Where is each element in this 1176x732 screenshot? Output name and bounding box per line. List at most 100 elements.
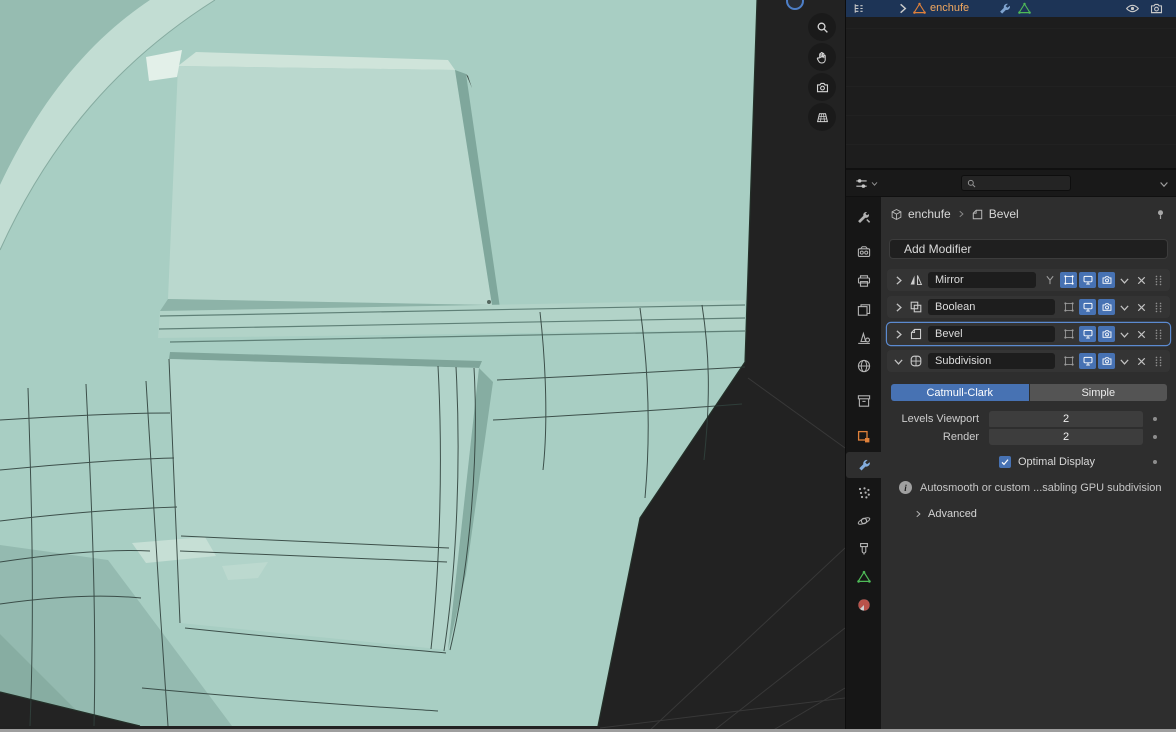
hide-in-viewport-eye-icon[interactable] (1125, 1, 1140, 16)
render-toggle[interactable] (1098, 272, 1115, 288)
right-panel: enchufe enchufe Bevel Add Modifier Mirro… (845, 0, 1176, 732)
advanced-section-header[interactable]: Advanced (891, 508, 1167, 520)
levels-viewport-field[interactable]: 2 (989, 410, 1143, 427)
breadcrumb-modifier[interactable]: Bevel (989, 207, 1019, 221)
close-icon[interactable] (1134, 353, 1149, 369)
edit-mode-toggle[interactable] (1060, 326, 1077, 342)
tab-tool[interactable] (846, 204, 881, 230)
breadcrumb-separator-icon (956, 209, 966, 219)
properties-header (846, 170, 1176, 197)
render-toggle[interactable] (1098, 326, 1115, 342)
animate-dot[interactable] (1143, 460, 1167, 464)
on-cage-toggle[interactable] (1041, 272, 1058, 288)
pan-button[interactable] (808, 43, 836, 71)
modifier-name-field[interactable]: Bevel (928, 326, 1055, 342)
modifier-row-mirror: Mirror (887, 269, 1170, 291)
tab-scene[interactable] (846, 325, 881, 351)
object-name[interactable]: enchufe (930, 1, 969, 16)
cube-icon (890, 208, 903, 221)
edit-mode-toggle[interactable] (1060, 299, 1077, 315)
render-label: Render (942, 430, 979, 443)
realtime-toggle[interactable] (1079, 326, 1096, 342)
simple-button[interactable]: Simple (1029, 384, 1167, 401)
expand-icon[interactable] (891, 326, 906, 342)
tab-render[interactable] (846, 239, 881, 265)
properties-editor: enchufe Bevel Add Modifier Mirror Boolea… (846, 170, 1176, 732)
catmull-clark-button[interactable]: Catmull-Clark (891, 384, 1029, 401)
realtime-toggle[interactable] (1079, 272, 1096, 288)
disable-in-render-camera-icon[interactable] (1149, 1, 1164, 16)
properties-tab-bar (846, 197, 881, 732)
tab-constraints[interactable] (846, 536, 881, 562)
3d-viewport[interactable] (0, 0, 845, 732)
properties-search[interactable] (961, 175, 1071, 191)
render-levels-field[interactable]: 2 (989, 428, 1143, 445)
drag-handle[interactable] (1151, 272, 1166, 288)
close-icon[interactable] (1134, 299, 1149, 315)
header-menu-chevron-icon[interactable] (1158, 178, 1170, 190)
edit-mode-toggle[interactable] (1060, 353, 1077, 369)
subdivision-modifier-icon (908, 353, 923, 369)
pin-icon[interactable] (1154, 208, 1167, 221)
expand-icon[interactable] (891, 272, 906, 288)
outliner-object-row[interactable]: enchufe (846, 0, 1176, 17)
modifier-row-subdivision: Subdivision (887, 350, 1170, 372)
expand-arrow-icon[interactable] (895, 1, 910, 16)
add-modifier-button[interactable]: Add Modifier (889, 239, 1168, 259)
tab-collection[interactable] (846, 388, 881, 414)
realtime-toggle[interactable] (1079, 299, 1096, 315)
tab-particles[interactable] (846, 480, 881, 506)
blender-window: enchufe enchufe Bevel Add Modifier Mirro… (0, 0, 1176, 732)
modifier-name-field[interactable]: Mirror (928, 272, 1036, 288)
camera-view-button[interactable] (808, 73, 836, 101)
animate-dot[interactable] (1143, 434, 1167, 439)
extras-menu-icon[interactable] (1117, 299, 1132, 315)
optimal-display-label: Optimal Display (1018, 456, 1096, 468)
tab-modifiers[interactable] (846, 452, 881, 478)
optimal-display-checkbox[interactable] (999, 456, 1011, 468)
bevel-modifier-icon (908, 326, 923, 342)
close-icon[interactable] (1134, 326, 1149, 342)
perspective-toggle-button[interactable] (808, 103, 836, 131)
gpu-subdivision-info: i Autosmooth or custom ...sabling GPU su… (891, 481, 1167, 494)
render-toggle[interactable] (1098, 353, 1115, 369)
extras-menu-icon[interactable] (1117, 326, 1132, 342)
close-icon[interactable] (1134, 272, 1149, 288)
advanced-label: Advanced (928, 508, 977, 520)
extras-menu-icon[interactable] (1117, 353, 1132, 369)
tab-view-layer[interactable] (846, 297, 881, 323)
search-input[interactable] (977, 177, 1066, 189)
boolean-modifier-icon (908, 299, 923, 315)
render-toggle[interactable] (1098, 299, 1115, 315)
modifier-name-field[interactable]: Boolean (928, 299, 1055, 315)
modifier-row-boolean: Boolean (887, 296, 1170, 318)
editor-type-button[interactable] (854, 176, 879, 191)
breadcrumb-object[interactable]: enchufe (908, 207, 951, 221)
modifier-name-field[interactable]: Subdivision (928, 353, 1055, 369)
drag-handle[interactable] (1151, 353, 1166, 369)
properties-content: enchufe Bevel Add Modifier Mirror Boolea… (881, 197, 1176, 732)
tab-physics[interactable] (846, 508, 881, 534)
breadcrumb: enchufe Bevel (881, 197, 1176, 231)
modifier-wrench-icon (997, 1, 1012, 16)
properties-editor-icon (854, 176, 869, 191)
expand-icon[interactable] (891, 299, 906, 315)
tab-material[interactable] (846, 592, 881, 618)
viewport-scene (0, 0, 845, 732)
tab-object[interactable] (846, 424, 881, 450)
animate-dot[interactable] (1143, 416, 1167, 421)
editor-type-icon[interactable] (851, 1, 866, 16)
modifier-row-bevel: Bevel (887, 323, 1170, 345)
levels-viewport-label: Levels Viewport (901, 412, 979, 425)
extras-menu-icon[interactable] (1117, 272, 1132, 288)
tab-world[interactable] (846, 353, 881, 379)
drag-handle[interactable] (1151, 326, 1166, 342)
tab-output[interactable] (846, 268, 881, 294)
zoom-button[interactable] (808, 13, 836, 41)
realtime-toggle[interactable] (1079, 353, 1096, 369)
subdivision-type-segmented: Catmull-Clark Simple (891, 384, 1167, 401)
drag-handle[interactable] (1151, 299, 1166, 315)
edit-mode-toggle[interactable] (1060, 272, 1077, 288)
tab-object-data[interactable] (846, 564, 881, 590)
collapse-icon[interactable] (891, 353, 906, 369)
